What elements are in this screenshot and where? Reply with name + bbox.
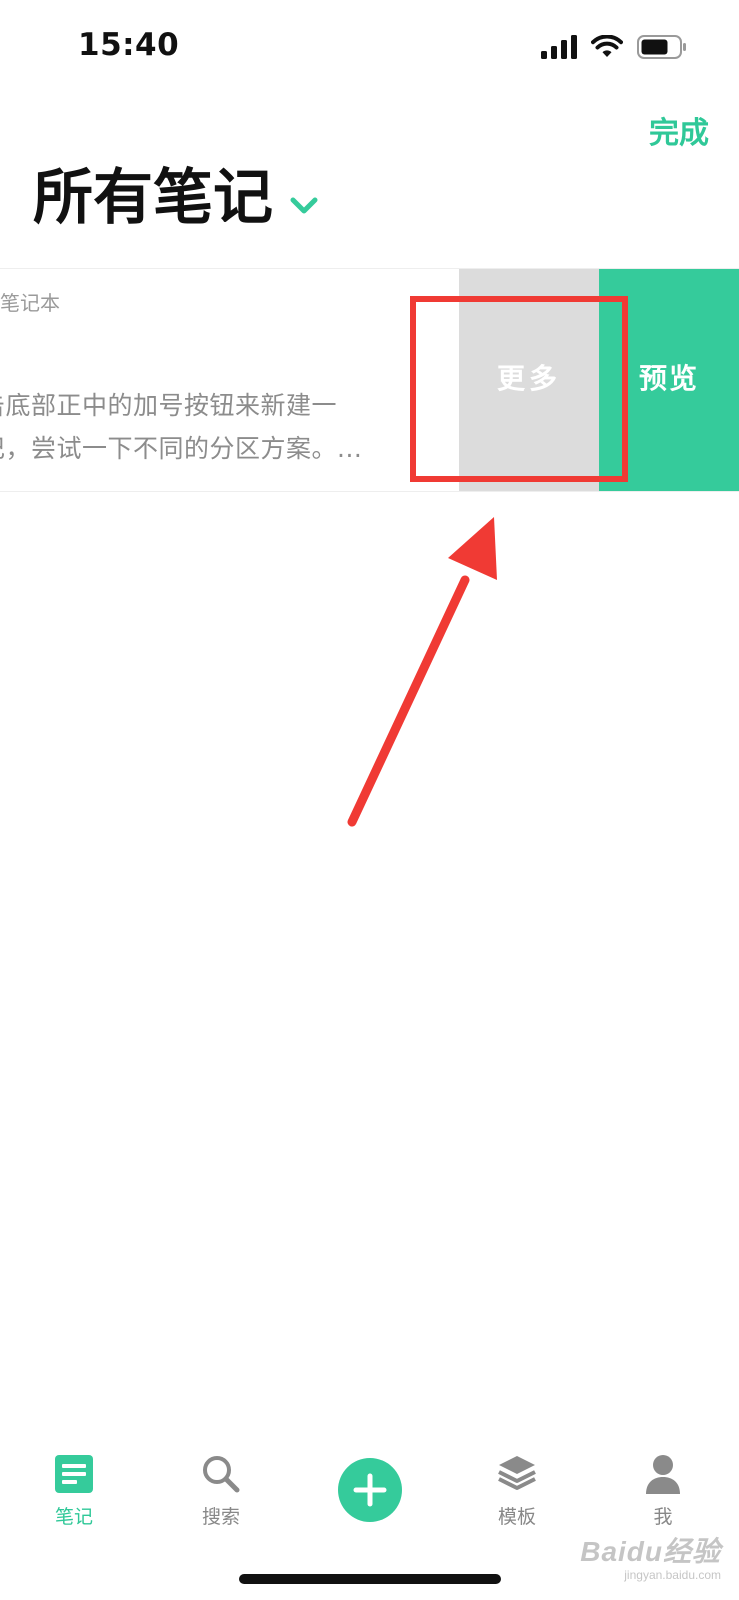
preview-button[interactable]: 预览 (599, 269, 739, 491)
tab-me-label: 我 (653, 1506, 673, 1528)
more-button[interactable]: 更多 (459, 269, 599, 491)
search-icon (203, 1456, 240, 1493)
done-button[interactable]: 完成 (649, 108, 709, 152)
note-preview-line-2: 记，尝试一下不同的分区方案。... (0, 434, 363, 463)
layers-icon (498, 1456, 536, 1490)
tab-notes-label: 笔记 (54, 1506, 93, 1528)
preview-button-label: 预览 (638, 362, 699, 395)
home-indicator (239, 1574, 501, 1584)
battery-icon (637, 35, 686, 59)
wifi-icon (591, 35, 623, 57)
plus-icon (353, 1473, 387, 1507)
tab-search-label: 搜索 (201, 1506, 240, 1528)
more-button-label: 更多 (496, 362, 561, 395)
tab-templates-label: 模板 (497, 1506, 536, 1528)
tab-templates[interactable]: 模板 (457, 1440, 577, 1540)
cellular-signal-icon (541, 35, 577, 59)
page-title-dropdown[interactable]: 所有笔记 (33, 168, 321, 228)
status-icons (541, 34, 687, 60)
tab-search[interactable]: 搜索 (161, 1440, 281, 1540)
watermark-sub: jingyan.baidu.com (624, 1568, 721, 1582)
notes-icon (55, 1455, 93, 1493)
add-note-button[interactable] (338, 1458, 402, 1522)
watermark: Baidu经验 jingyan.baidu.com (580, 1530, 721, 1582)
annotation-arrow-icon (347, 517, 497, 827)
note-notebook-label: 的笔记本 (0, 291, 60, 315)
note-preview-line-1: 击底部正中的加号按钮来新建一 (0, 391, 338, 420)
note-list-item[interactable]: 的笔记本 击底部正中的加号按钮来新建一 记，尝试一下不同的分区方案。... 更多… (0, 268, 739, 492)
note-content[interactable]: 的笔记本 击底部正中的加号按钮来新建一 记，尝试一下不同的分区方案。... (0, 269, 460, 491)
tab-me[interactable]: 我 (603, 1440, 723, 1540)
watermark-main: Baidu经验 (580, 1536, 721, 1567)
tab-notes[interactable]: 笔记 (14, 1440, 134, 1540)
status-time: 15:40 (78, 27, 180, 63)
page-title: 所有笔记 (33, 163, 273, 233)
chevron-down-icon[interactable] (287, 188, 321, 222)
user-icon (646, 1455, 680, 1494)
